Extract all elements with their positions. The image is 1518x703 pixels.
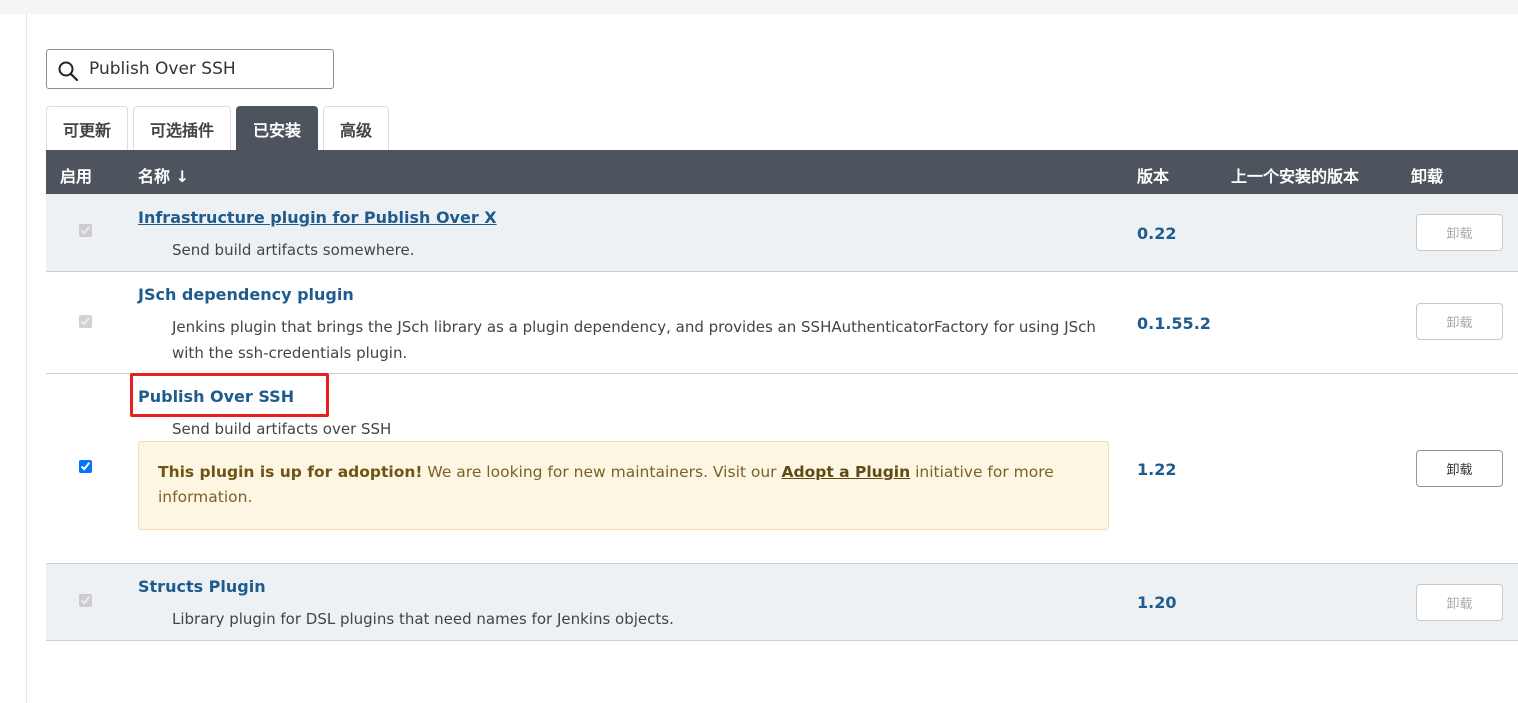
plugin-version[interactable]: 1.22: [1137, 460, 1176, 479]
header-enabled[interactable]: 启用: [60, 163, 92, 187]
plugin-tabs: 可更新 可选插件 已安装 高级: [46, 106, 394, 150]
plugin-description: Library plugin for DSL plugins that need…: [172, 610, 674, 628]
enabled-checkbox[interactable]: [79, 594, 92, 607]
table-row: Infrastructure plugin for Publish Over X…: [46, 194, 1518, 272]
table-row: Structs Plugin Library plugin for DSL pl…: [46, 564, 1518, 641]
left-divider: [26, 14, 27, 703]
highlight-box: [130, 373, 329, 417]
plugin-name-link[interactable]: Structs Plugin: [138, 577, 266, 596]
header-name[interactable]: 名称 ↓: [138, 163, 189, 187]
adoption-notice: This plugin is up for adoption! We are l…: [138, 441, 1109, 530]
plugin-name-link[interactable]: Infrastructure plugin for Publish Over X: [138, 208, 497, 227]
tab-installed[interactable]: 已安装: [236, 106, 319, 150]
tab-updates[interactable]: 可更新: [46, 106, 129, 150]
header-previous-version[interactable]: 上一个安装的版本: [1231, 163, 1359, 187]
plugin-description: Send build artifacts somewhere.: [172, 241, 415, 259]
search-box[interactable]: [46, 49, 334, 89]
plugin-name-link[interactable]: JSch dependency plugin: [138, 285, 354, 304]
header-version[interactable]: 版本: [1137, 163, 1169, 187]
header-uninstall[interactable]: 卸载: [1411, 163, 1443, 187]
adoption-lead: This plugin is up for adoption!: [158, 463, 423, 481]
search-icon: [58, 61, 79, 82]
uninstall-button[interactable]: 卸载: [1416, 214, 1503, 251]
search-input[interactable]: [89, 56, 325, 82]
tab-available[interactable]: 可选插件: [133, 106, 232, 150]
plugin-description: Jenkins plugin that brings the JSch libr…: [172, 318, 1096, 362]
adoption-text: We are looking for new maintainers. Visi…: [422, 463, 782, 481]
uninstall-button[interactable]: 卸载: [1416, 584, 1503, 621]
plugin-version[interactable]: 1.20: [1137, 593, 1176, 612]
enabled-checkbox[interactable]: [79, 315, 92, 328]
tab-advanced[interactable]: 高级: [323, 106, 390, 150]
uninstall-button[interactable]: 卸载: [1416, 303, 1503, 340]
plugin-version[interactable]: 0.1.55.2: [1137, 314, 1211, 333]
plugin-description: Send build artifacts over SSH: [172, 420, 392, 438]
plugin-version[interactable]: 0.22: [1137, 224, 1176, 243]
enabled-checkbox[interactable]: [79, 224, 92, 237]
uninstall-button[interactable]: 卸载: [1416, 450, 1503, 487]
adopt-plugin-link[interactable]: Adopt a Plugin: [781, 463, 910, 481]
table-row: JSch dependency plugin Jenkins plugin th…: [46, 272, 1518, 374]
table-header: 启用 名称 ↓ 版本 上一个安装的版本 卸载: [46, 150, 1518, 194]
enabled-checkbox[interactable]: [79, 460, 92, 473]
top-bar: [0, 0, 1518, 14]
